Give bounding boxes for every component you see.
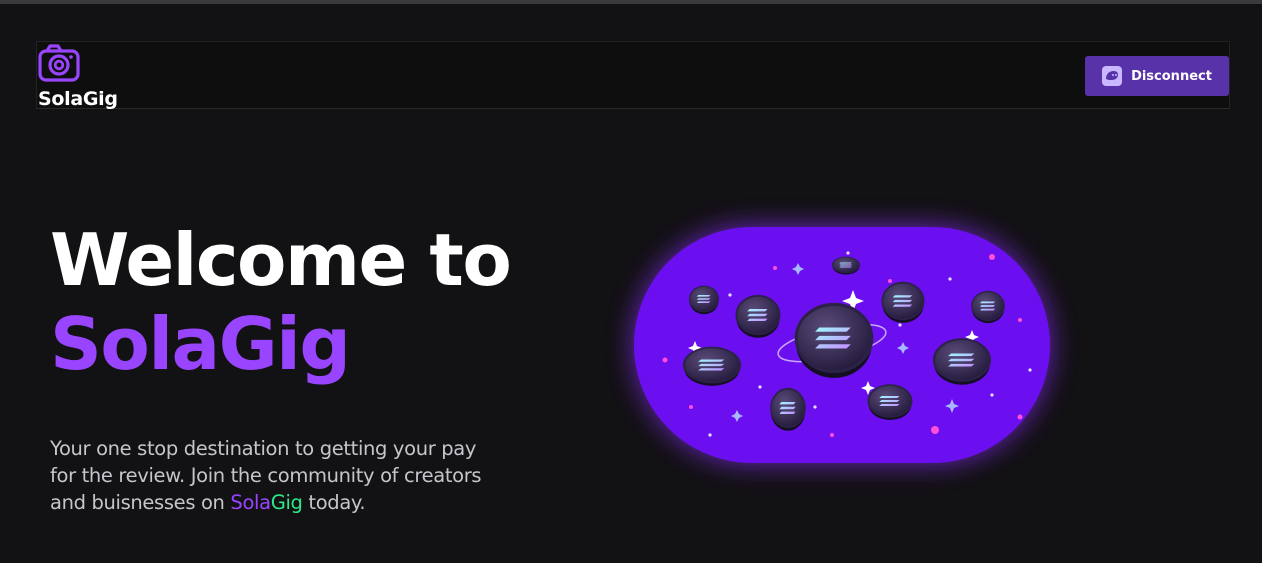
hero-tagline: Your one stop destination to getting you… bbox=[50, 435, 490, 516]
disconnect-label: Disconnect bbox=[1131, 68, 1212, 84]
window-top-border bbox=[0, 0, 1262, 4]
tagline-end: today. bbox=[302, 491, 366, 514]
tagline-brand-gig: Gig bbox=[270, 491, 303, 514]
brand-name[interactable]: SolaGig bbox=[38, 88, 118, 110]
tagline-brand-sola: Sola bbox=[230, 491, 271, 514]
wallet-icon bbox=[1102, 66, 1123, 86]
camera-icon[interactable] bbox=[38, 43, 80, 83]
navbar: SolaGig Disconnect bbox=[36, 41, 1230, 110]
solana-coins-illustration bbox=[634, 227, 1050, 463]
disconnect-button[interactable]: Disconnect bbox=[1085, 56, 1229, 96]
hero-title: Welcome to SolaGig bbox=[50, 218, 512, 386]
hero-title-line1: Welcome to bbox=[50, 218, 512, 302]
hero-title-brand: SolaGig bbox=[50, 302, 351, 386]
